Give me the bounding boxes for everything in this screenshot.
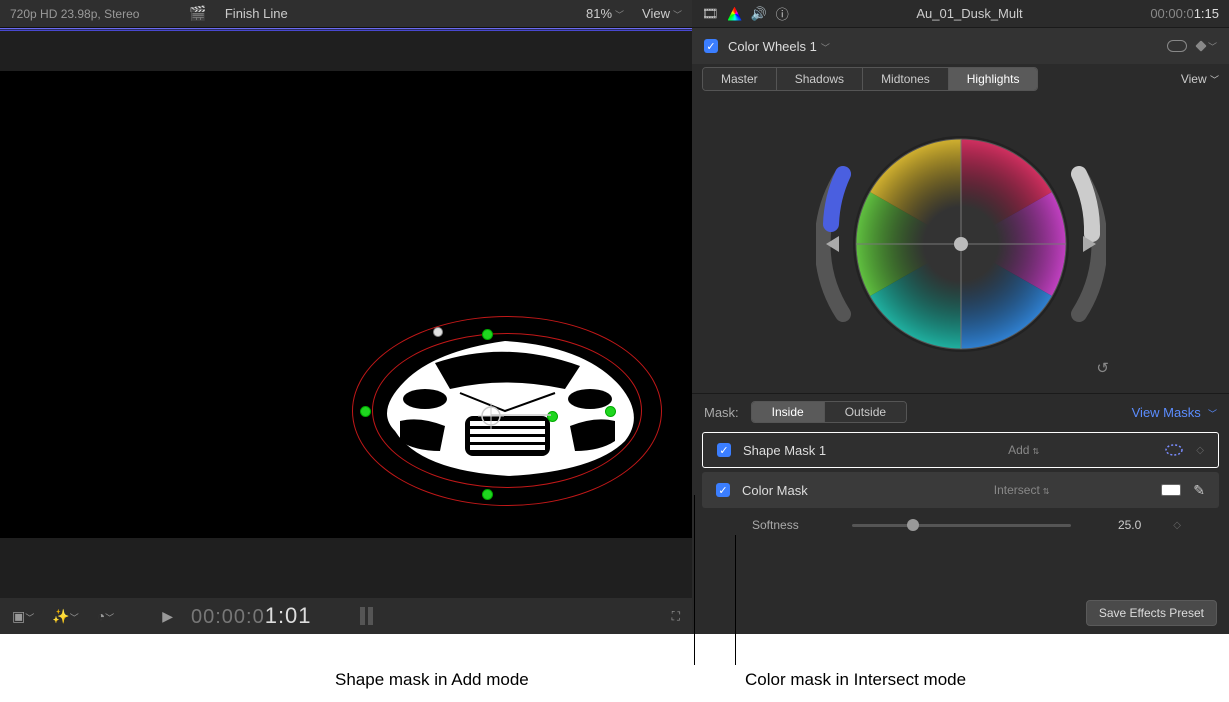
- enhance-tool-dropdown[interactable]: ✨﹀: [52, 608, 78, 625]
- color-mask-checkbox[interactable]: ✓: [716, 483, 730, 497]
- mask-radius-line[interactable]: [491, 411, 555, 419]
- audio-inspector-icon[interactable]: 🔊: [751, 6, 767, 22]
- reset-wheel-button[interactable]: ↺: [1096, 359, 1109, 377]
- tc-main: 1:01: [265, 603, 312, 628]
- crop-tool-dropdown[interactable]: ▣﹀: [12, 608, 34, 625]
- color-wheel[interactable]: [816, 104, 1106, 384]
- fullscreen-icon[interactable]: ⛶: [672, 609, 680, 624]
- tab-master[interactable]: Master: [703, 68, 777, 90]
- chevron-down-icon: ﹀: [821, 43, 830, 53]
- updown-arrows-icon: ⇅: [1043, 487, 1050, 496]
- tab-shadows[interactable]: Shadows: [777, 68, 863, 90]
- softness-value[interactable]: 25.0: [1091, 518, 1141, 532]
- tone-tabs: Master Shadows Midtones Highlights View …: [692, 64, 1229, 94]
- annotation-leader-line: [694, 495, 695, 665]
- view-label: View: [642, 6, 670, 21]
- inspector-footer: Save Effects Preset: [692, 592, 1229, 634]
- inspector-header: 🎞 🔊 ⓘ Au_01_Dusk_Mult 00:00:01:15: [692, 0, 1229, 28]
- color-mask-name: Color Mask: [742, 483, 882, 498]
- chevron-down-icon: ﹀: [673, 10, 682, 20]
- viewer-timecode[interactable]: 00:00:01:01: [191, 603, 312, 629]
- viewer-toolbar: ▣﹀ ✨﹀ ◔﹀ ▶ 00:00:01:01 ⛶: [0, 598, 692, 634]
- mask-section-header: Mask: Inside Outside View Masks ﹀: [692, 394, 1229, 430]
- shape-ellipse-icon: [1164, 443, 1184, 457]
- tc-prefix: 00:00:0: [191, 606, 265, 628]
- audio-meter: [360, 607, 373, 625]
- mask-handle-right[interactable]: [605, 406, 616, 417]
- mask-handle-top[interactable]: [482, 329, 493, 340]
- inspector-timecode: 00:00:01:15: [1150, 6, 1219, 22]
- mask-inside-outside-control: Inside Outside: [751, 401, 907, 423]
- retime-tool-dropdown[interactable]: ◔﹀: [97, 608, 114, 624]
- softness-keyframe[interactable]: ◇: [1173, 520, 1181, 531]
- mask-inside-button[interactable]: Inside: [752, 402, 825, 422]
- shape-mask-row[interactable]: ✓ Shape Mask 1 Add⇅ ◇: [702, 432, 1219, 468]
- inspector-clip-name: Au_01_Dusk_Mult: [798, 6, 1142, 21]
- annotation-shape-mask: Shape mask in Add mode: [335, 670, 529, 690]
- tone-segmented-control: Master Shadows Midtones Highlights: [702, 67, 1038, 91]
- viewer-panel: 720p HD 23.98p, Stereo 🎬 Finish Line 81%…: [0, 0, 692, 634]
- viewer-header: 720p HD 23.98p, Stereo 🎬 Finish Line 81%…: [0, 0, 692, 28]
- annotations-layer: Shape mask in Add mode Color mask in Int…: [0, 640, 1229, 700]
- clip-title: Finish Line: [225, 6, 576, 21]
- color-swatch[interactable]: [1161, 484, 1181, 496]
- eyedropper-icon[interactable]: ✎: [1193, 482, 1205, 499]
- color-inspector-icon[interactable]: [728, 7, 742, 21]
- mask-handle-bottom[interactable]: [482, 489, 493, 500]
- updown-arrows-icon: ⇅: [1032, 447, 1039, 456]
- clapperboard-icon[interactable]: 🎬: [189, 5, 206, 22]
- view-dropdown[interactable]: View﹀: [642, 6, 682, 21]
- softness-row: Softness 25.0 ◇: [692, 510, 1229, 540]
- zoom-value: 81%: [586, 6, 612, 21]
- color-mask-row[interactable]: ✓ Color Mask Intersect⇅ ✎: [702, 472, 1219, 508]
- play-button[interactable]: ▶: [162, 608, 173, 625]
- effect-enable-checkbox[interactable]: ✓: [704, 39, 718, 53]
- view-masks-dropdown[interactable]: View Masks ﹀: [1132, 405, 1217, 420]
- zoom-dropdown[interactable]: 81%﹀: [586, 6, 624, 21]
- viewer-canvas[interactable]: [0, 71, 692, 538]
- mask-outside-button[interactable]: Outside: [825, 402, 906, 422]
- video-inspector-icon[interactable]: 🎞: [702, 6, 719, 22]
- shape-mask-keyframe[interactable]: ◇: [1196, 445, 1204, 456]
- playhead-bar[interactable]: [0, 28, 692, 31]
- mask-handle-left[interactable]: [360, 406, 371, 417]
- effect-name-dropdown[interactable]: Color Wheels 1﹀: [728, 39, 830, 54]
- inspector-panel: 🎞 🔊 ⓘ Au_01_Dusk_Mult 00:00:01:15 ✓ Colo…: [692, 0, 1229, 634]
- chevron-down-icon: ﹀: [615, 10, 624, 20]
- shape-mask-name: Shape Mask 1: [743, 443, 883, 458]
- slider-knob[interactable]: [907, 519, 919, 531]
- chevron-down-icon: ﹀: [1208, 409, 1217, 419]
- tab-highlights[interactable]: Highlights: [949, 68, 1038, 90]
- color-wheel-area: ↺: [692, 94, 1229, 394]
- tab-midtones[interactable]: Midtones: [863, 68, 949, 90]
- chevron-down-icon: ﹀: [1210, 75, 1219, 85]
- app-window: 720p HD 23.98p, Stereo 🎬 Finish Line 81%…: [0, 0, 1229, 634]
- wheel-view-dropdown[interactable]: View ﹀: [1181, 72, 1219, 86]
- mask-handle-top-rotate[interactable]: [433, 327, 443, 337]
- shape-mask-mode-dropdown[interactable]: Add⇅: [895, 443, 1152, 457]
- clip-format-label: 720p HD 23.98p, Stereo: [10, 7, 139, 21]
- annotation-color-mask: Color mask in Intersect mode: [745, 670, 966, 690]
- effect-keyframe-button[interactable]: ﹀: [1197, 40, 1217, 53]
- effect-title-row: ✓ Color Wheels 1﹀ ﹀: [692, 28, 1229, 64]
- annotation-leader-line: [735, 535, 736, 665]
- inspector-spacer: [692, 540, 1229, 592]
- save-effects-preset-button[interactable]: Save Effects Preset: [1086, 600, 1217, 626]
- shape-mask-checkbox[interactable]: ✓: [717, 443, 731, 457]
- mask-label: Mask:: [704, 405, 739, 420]
- info-inspector-icon[interactable]: ⓘ: [776, 4, 789, 23]
- color-mask-mode-dropdown[interactable]: Intersect⇅: [894, 483, 1149, 497]
- effect-mask-icon[interactable]: [1167, 40, 1187, 52]
- softness-label: Softness: [752, 518, 832, 532]
- softness-slider[interactable]: [852, 524, 1071, 527]
